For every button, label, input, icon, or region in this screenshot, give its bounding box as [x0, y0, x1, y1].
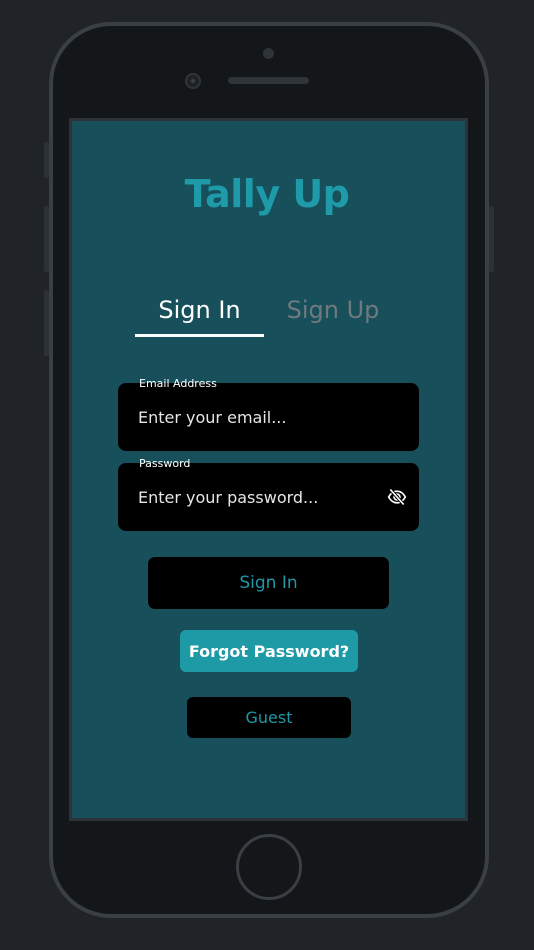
app-title: Tally Up: [184, 172, 350, 216]
email-input[interactable]: [138, 403, 378, 431]
earpiece-speaker: [228, 77, 309, 84]
email-field-label: Email Address: [139, 377, 217, 390]
guest-button[interactable]: Guest: [187, 697, 351, 738]
volume-down-button: [44, 290, 49, 356]
password-field-label: Password: [139, 457, 191, 470]
front-camera: [185, 73, 201, 89]
password-input[interactable]: [138, 483, 378, 511]
tab-sign-in[interactable]: Sign In: [135, 296, 264, 324]
password-field[interactable]: [118, 463, 419, 531]
email-field[interactable]: [118, 383, 419, 451]
tab-sign-up[interactable]: Sign Up: [270, 296, 396, 324]
proximity-sensor: [263, 48, 274, 59]
sign-in-button[interactable]: Sign In: [148, 557, 389, 609]
active-tab-indicator: [135, 334, 264, 337]
forgot-password-button[interactable]: Forgot Password?: [180, 630, 358, 672]
eye-off-icon[interactable]: [386, 487, 408, 507]
home-button[interactable]: [236, 834, 302, 900]
